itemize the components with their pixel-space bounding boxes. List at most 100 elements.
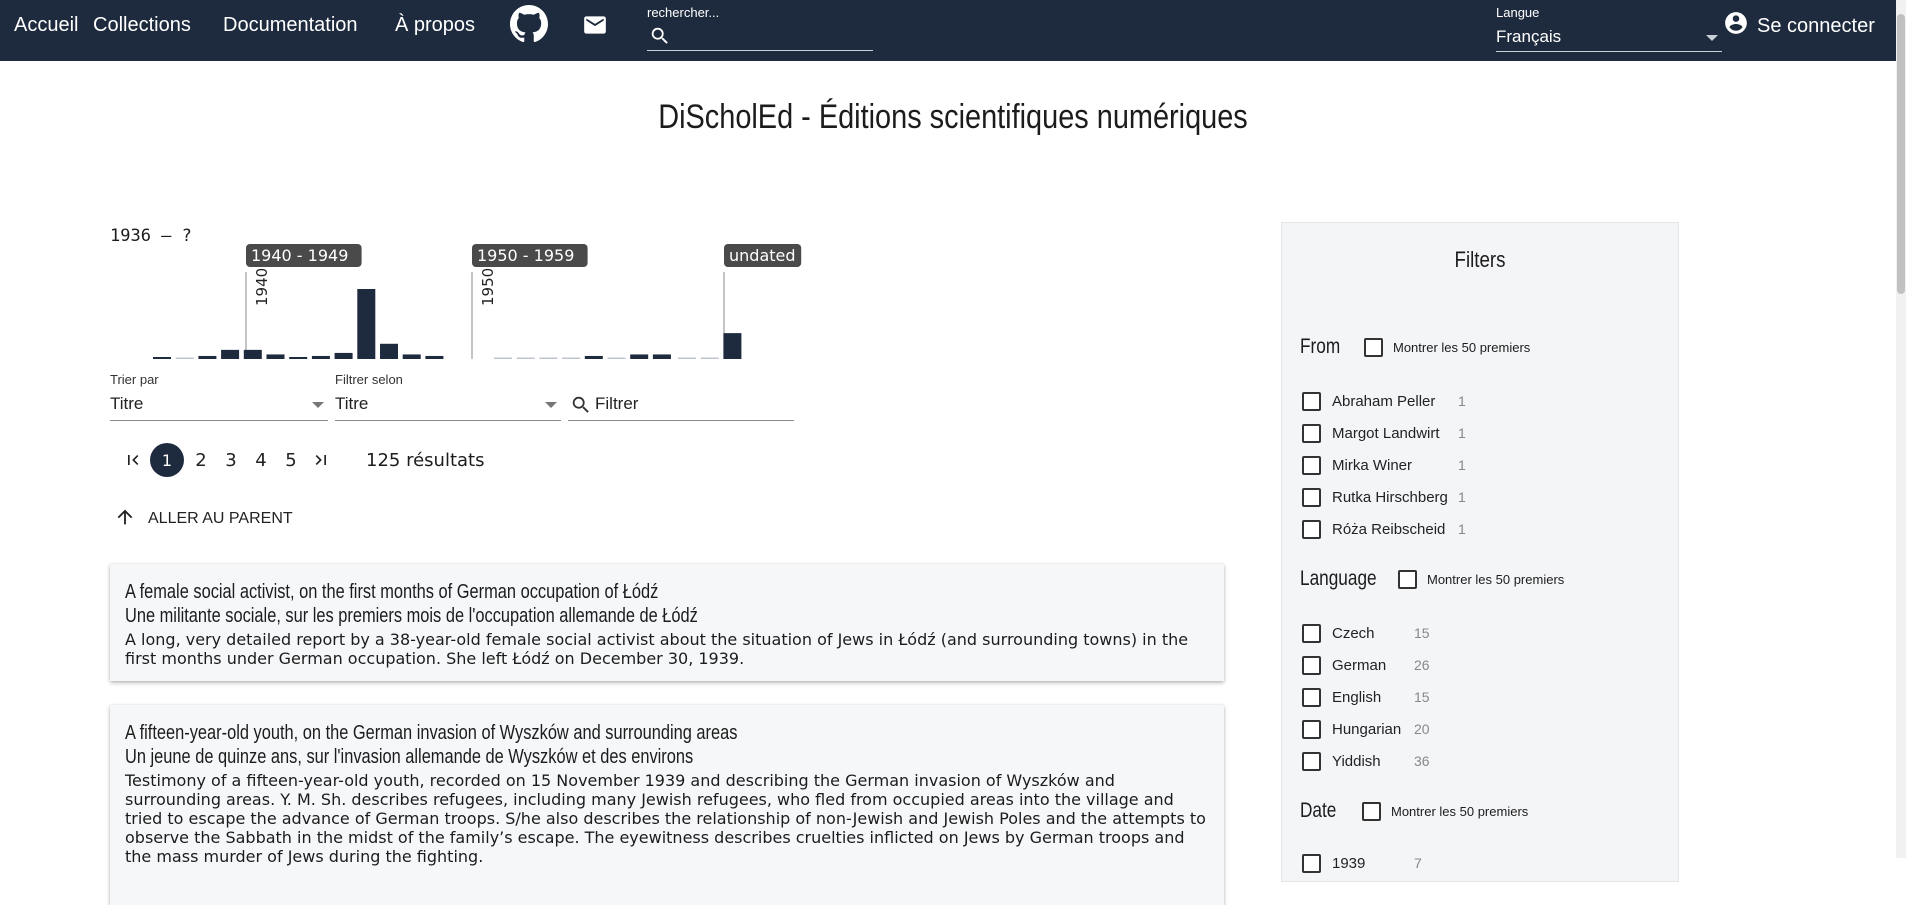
facet-item[interactable]: Czech 15 [1302,623,1430,643]
top-navigation-bar: Accueil Collections Documentation À prop… [0,0,1906,61]
scrollbar-thumb[interactable] [1897,14,1905,294]
show-top-50-toggle[interactable]: Montrer les 50 premiers [1362,801,1528,821]
facet-item[interactable]: Hungarian 20 [1302,719,1430,739]
timeline-year-marker: 1940 [253,268,271,306]
sort-value: Titre [110,394,144,413]
filter-by-value: Titre [335,394,369,413]
timeline-bar[interactable] [380,343,398,359]
checkbox[interactable] [1362,801,1381,821]
show-top-50-toggle[interactable]: Montrer les 50 premiers [1364,337,1530,357]
timeline-bar[interactable] [584,355,603,359]
language-value: Français [1496,27,1562,46]
checkbox[interactable] [1302,687,1321,707]
result-title-en[interactable]: A fifteen-year-old youth, on the German … [125,721,1013,745]
result-card[interactable]: A female social activist, on the first m… [110,564,1224,681]
nav-documentation-link[interactable]: Documentation [223,14,358,37]
timeline-bar[interactable] [494,357,512,360]
checkbox[interactable] [1398,569,1417,589]
checkbox[interactable] [1302,455,1321,475]
checkbox[interactable] [1302,623,1321,643]
checkbox[interactable] [1302,751,1321,771]
last-page-icon[interactable] [306,442,336,478]
page-button[interactable]: 4 [246,442,276,478]
timeline-bar[interactable] [700,357,719,360]
nav-home-link[interactable]: Accueil [14,14,78,37]
filter-input[interactable]: Filtrer [568,372,794,421]
page-button[interactable]: 3 [216,442,246,478]
timeline-bar[interactable] [678,357,696,360]
facet-item[interactable]: Margot Landwirt 1 [1302,423,1466,443]
facet-item[interactable]: Yiddish 36 [1302,751,1430,771]
facet-item[interactable]: Rutka Hirschberg 1 [1302,487,1466,507]
checkbox[interactable] [1302,655,1321,675]
timeline-bar[interactable] [334,352,353,359]
result-title-fr[interactable]: Une militante sociale, sur les premiers … [125,604,1013,628]
facet-item-count: 1 [1458,425,1466,441]
timeline-bar[interactable] [539,357,558,360]
first-page-icon[interactable] [118,442,148,478]
show-top-50-toggle[interactable]: Montrer les 50 premiers [1398,569,1564,589]
facet-name: Language [1300,567,1377,590]
arrow-up-icon [114,506,136,533]
mail-icon[interactable] [582,12,608,42]
timeline-bar[interactable] [723,333,742,359]
result-title-fr[interactable]: Un jeune de quinze ans, sur l'invasion a… [125,745,1013,769]
checkbox[interactable] [1302,719,1321,739]
page-title: DiScholEd - Éditions scientifiques numér… [658,98,1248,136]
language-select[interactable]: Langue Français [1496,3,1722,52]
timeline-bar[interactable] [652,354,671,359]
timeline-histogram[interactable]: 1940 - 1949 1940 1950 - 1959 1950 undated [108,244,808,364]
timeline-bar[interactable] [153,357,171,359]
facet-item-count: 20 [1414,721,1430,737]
facet-item[interactable]: English 15 [1302,687,1430,707]
page-scrollbar[interactable] [1896,0,1906,858]
checkbox[interactable] [1302,423,1321,443]
timeline-bar[interactable] [221,349,240,359]
timeline-bar[interactable] [243,349,262,359]
facet-item-label: German [1332,656,1387,674]
checkbox[interactable] [1302,519,1321,539]
timeline-bar[interactable] [425,355,444,359]
facet-item-count: 1 [1458,489,1466,505]
result-title-en[interactable]: A female social activist, on the first m… [125,580,1013,604]
facet-item[interactable]: Róża Reibscheid 1 [1302,519,1466,539]
go-to-parent-button[interactable]: ALLER AU PARENT [114,506,293,532]
nav-about-link[interactable]: À propos [395,14,475,37]
timeline-bar[interactable] [266,354,285,359]
github-icon[interactable] [510,5,548,47]
checkbox[interactable] [1302,391,1321,411]
timeline-bar[interactable] [607,357,626,360]
page-button[interactable]: 2 [186,442,216,478]
checkbox[interactable] [1302,853,1321,873]
facet-item[interactable]: Abraham Peller 1 [1302,391,1466,411]
sort-select[interactable]: Trier par Titre [110,372,328,421]
facet-item[interactable]: Mirka Winer 1 [1302,455,1466,475]
result-card[interactable]: A fifteen-year-old youth, on the German … [110,705,1224,905]
timeline-bar[interactable] [357,289,376,359]
chevron-down-icon [1706,35,1718,41]
facet-item-count: 15 [1414,625,1430,641]
facet-item-label: Czech [1332,624,1375,642]
checkbox[interactable] [1302,487,1321,507]
timeline-bar[interactable] [175,357,194,360]
page-button[interactable]: 5 [276,442,306,478]
facet-item[interactable]: German 26 [1302,655,1430,675]
timeline-bar[interactable] [289,357,308,359]
checkbox[interactable] [1364,337,1383,357]
nav-collections-link[interactable]: Collections [93,14,191,37]
page-button-current[interactable]: 1 [150,443,184,477]
timeline-bar[interactable] [198,355,217,359]
facet-item-label: Rutka Hirschberg [1332,488,1448,506]
filter-by-select[interactable]: Filtrer selon Titre [335,372,561,421]
timeline-bar[interactable] [562,357,581,360]
facet-item[interactable]: 1939 7 [1302,853,1422,873]
timeline-bar[interactable] [516,357,535,360]
timeline-bar[interactable] [402,354,421,359]
facet-item-label: Yiddish [1332,752,1381,770]
login-button[interactable]: Se connecter [1723,11,1875,41]
timeline-year-marker: 1950 [479,268,497,306]
timeline-bar[interactable] [630,354,649,359]
search-input[interactable]: rechercher... [647,3,873,51]
timeline-bar[interactable] [311,355,330,359]
filters-title: Filters [1454,247,1506,272]
